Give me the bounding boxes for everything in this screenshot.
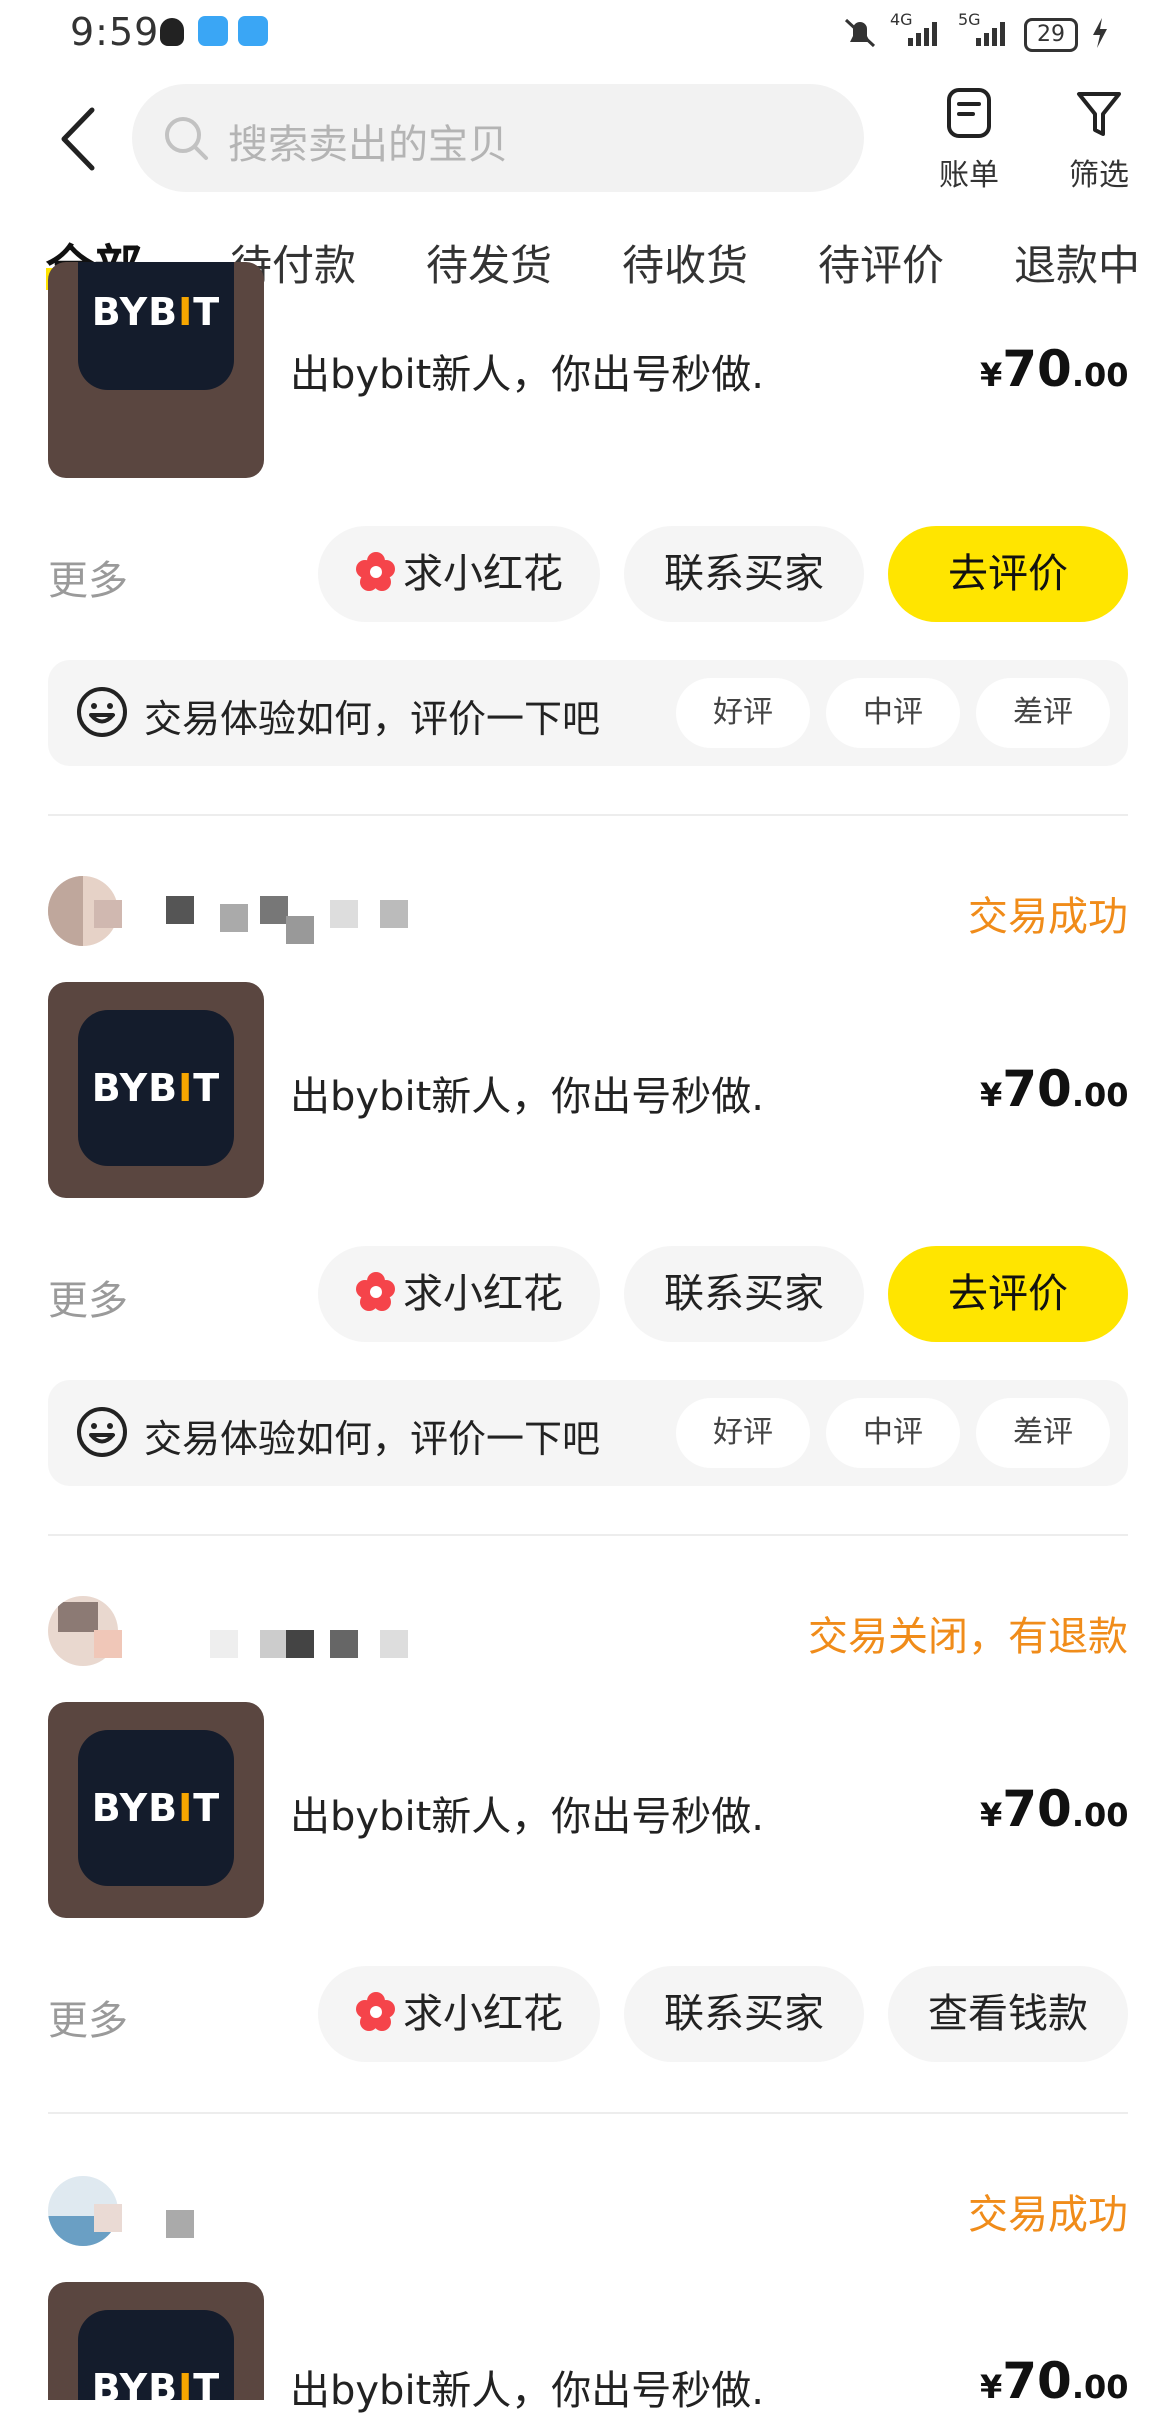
order-title[interactable]: 出bybit新人，你出号秒做.: [290, 1784, 764, 1842]
search-input[interactable]: 搜索卖出的宝贝: [228, 112, 508, 170]
flower-button[interactable]: 求小红花: [318, 526, 600, 622]
review-button[interactable]: 去评价: [888, 526, 1128, 622]
order-status: 交易成功: [968, 894, 1128, 940]
more-button[interactable]: 更多: [48, 1268, 128, 1326]
order-status: 交易关闭，有退款: [808, 1614, 1128, 1660]
contact-buyer-button[interactable]: 联系买家: [624, 1246, 864, 1342]
search-icon: [165, 117, 208, 160]
filter-button[interactable]: 筛选: [1054, 86, 1144, 194]
evaluation-prompt: 交易体验如何，评价一下吧: [144, 697, 601, 741]
signal-icon-2: [976, 22, 1005, 46]
filter-icon: [1077, 92, 1121, 136]
tab-pending-shipment[interactable]: 待发货: [426, 232, 552, 293]
smile-face-icon: [77, 1407, 127, 1457]
bill-label: 账单: [939, 158, 999, 193]
flower-button[interactable]: 求小红花: [318, 1246, 600, 1342]
order-title[interactable]: 出bybit新人，你出号秒做.: [290, 1064, 764, 1122]
product-thumbnail[interactable]: BYBIT: [48, 262, 264, 478]
evaluation-bar: 交易体验如何，评价一下吧 好评 中评 差评: [48, 660, 1128, 766]
bybit-logo: BYBIT: [91, 1066, 221, 1110]
buyer-name-mosaic: [90, 896, 410, 946]
flower-icon: [356, 1272, 395, 1311]
product-thumbnail[interactable]: BYBIT: [48, 982, 264, 1198]
order-price: ¥70.00: [980, 1780, 1129, 1838]
bybit-logo: BYBIT: [91, 2366, 221, 2400]
view-money-button[interactable]: 查看钱款: [888, 1966, 1128, 2062]
mute-icon: [844, 18, 876, 48]
buyer-name-mosaic: [90, 2204, 210, 2254]
back-button[interactable]: [56, 104, 102, 174]
tabs-bar-cover: [0, 300, 1176, 336]
neutral-review-chip[interactable]: 中评: [826, 678, 960, 748]
contact-buyer-button[interactable]: 联系买家: [624, 1966, 864, 2062]
flower-icon: [356, 1992, 395, 2031]
product-thumbnail[interactable]: BYBIT: [48, 1702, 264, 1918]
bad-review-chip[interactable]: 差评: [976, 678, 1110, 748]
flower-button[interactable]: 求小红花: [318, 1966, 600, 2062]
order-title[interactable]: 出bybit新人，你出号秒做.: [290, 2358, 764, 2416]
review-button[interactable]: 去评价: [888, 1246, 1128, 1342]
divider: [48, 1534, 1128, 1536]
tab-refunding[interactable]: 退款中: [1014, 232, 1140, 293]
divider: [48, 814, 1128, 816]
good-review-chip[interactable]: 好评: [676, 1398, 810, 1468]
contact-buyer-button[interactable]: 联系买家: [624, 526, 864, 622]
smile-face-icon: [77, 687, 127, 737]
order-price: ¥70.00: [980, 340, 1129, 398]
status-bar: 9:59 4G 5G 29: [0, 0, 1176, 70]
more-button[interactable]: 更多: [48, 1988, 128, 2046]
neutral-review-chip[interactable]: 中评: [826, 1398, 960, 1468]
good-review-chip[interactable]: 好评: [676, 678, 810, 748]
search-bar[interactable]: 搜索卖出的宝贝: [132, 84, 864, 192]
tab-pending-receipt[interactable]: 待收货: [622, 232, 748, 293]
sim-notification-icon: [238, 16, 268, 46]
product-thumbnail[interactable]: BYBIT: [48, 2282, 264, 2400]
chevron-left-icon: [61, 107, 95, 171]
bybit-logo: BYBIT: [91, 1786, 221, 1830]
bill-button[interactable]: 账单: [924, 86, 1014, 194]
order-status: 交易成功: [968, 2192, 1128, 2238]
app-notification-icon: [198, 16, 228, 46]
battery-indicator: 29: [1024, 18, 1078, 52]
buyer-name-mosaic: [90, 1630, 410, 1680]
flower-icon: [356, 552, 395, 591]
more-button[interactable]: 更多: [48, 548, 128, 606]
qq-icon: [160, 18, 184, 46]
order-price: ¥70.00: [980, 1060, 1129, 1118]
charging-icon: [1093, 18, 1107, 48]
order-title[interactable]: 出bybit新人，你出号秒做.: [290, 342, 764, 400]
signal-icon-1: [908, 22, 937, 46]
divider: [48, 2112, 1128, 2114]
tab-pending-review[interactable]: 待评价: [818, 232, 944, 293]
evaluation-bar: 交易体验如何，评价一下吧 好评 中评 差评: [48, 1380, 1128, 1486]
filter-label: 筛选: [1069, 158, 1129, 193]
bill-icon: [947, 88, 991, 138]
bad-review-chip[interactable]: 差评: [976, 1398, 1110, 1468]
evaluation-prompt: 交易体验如何，评价一下吧: [144, 1417, 601, 1461]
status-time: 9:59: [70, 10, 160, 54]
order-price: ¥70.00: [980, 2352, 1129, 2410]
